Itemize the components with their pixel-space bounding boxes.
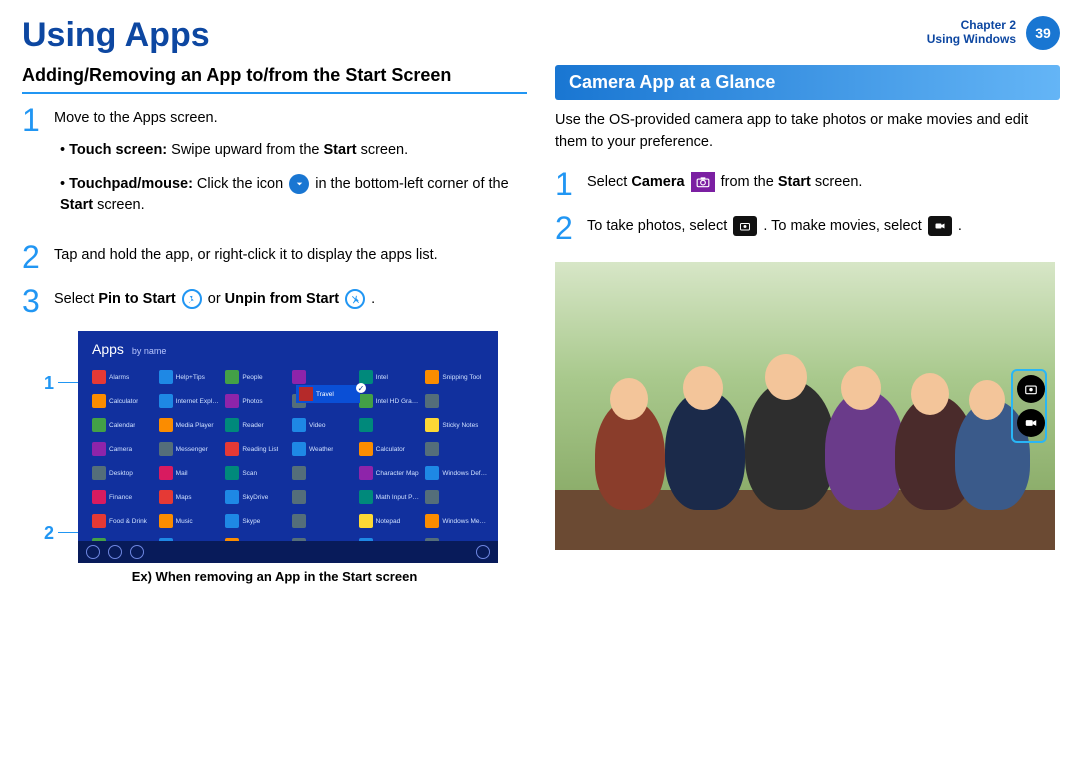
app-tile: Food & Drink: [92, 511, 155, 531]
bar-icon: [108, 545, 122, 559]
step1-bullet-touch: • Touch screen: Swipe upward from the St…: [60, 140, 527, 162]
left-heading: Adding/Removing an App to/from the Start…: [22, 65, 527, 94]
step-number-1: 1: [22, 104, 44, 229]
bar-icon: [130, 545, 144, 559]
section-label: Using Windows: [927, 33, 1016, 47]
app-tile: Skype: [225, 511, 288, 531]
camera-tile-icon: [691, 172, 715, 192]
apps-caption: Ex) When removing an App in the Start sc…: [22, 569, 527, 584]
app-tile: [425, 391, 488, 411]
app-tile: SkyDrive: [225, 487, 288, 507]
app-tile: [359, 415, 422, 435]
check-icon: ✓: [356, 383, 366, 393]
pin-icon: [182, 289, 202, 309]
photo-icon: [733, 216, 757, 236]
photo-mode-button[interactable]: [1017, 375, 1045, 403]
r-step2-text: To take photos, select . To make movies,…: [587, 212, 962, 244]
app-tile: [292, 511, 355, 531]
app-tile: [425, 487, 488, 507]
page-number-badge: 39: [1026, 16, 1060, 50]
r-step-number-1: 1: [555, 168, 577, 200]
app-tile: Windows Defender: [425, 463, 488, 483]
app-tile: Internet Explorer: [159, 391, 222, 411]
camera-banner: Camera App at a Glance: [555, 65, 1060, 100]
app-tile: Calendar: [92, 415, 155, 435]
camera-controls: [1011, 369, 1047, 443]
selected-tile: Travel: [296, 385, 360, 403]
app-tile: Windows Media: [425, 511, 488, 531]
app-tile: Scan: [225, 463, 288, 483]
apps-bottom-bar: [78, 541, 498, 563]
app-tile: [425, 439, 488, 459]
app-tile: Music: [159, 511, 222, 531]
video-mode-button[interactable]: [1017, 409, 1045, 437]
app-tile: Reader: [225, 415, 288, 435]
unpin-icon: [345, 289, 365, 309]
app-tile: Help+Tips: [159, 367, 222, 387]
app-tile: Alarms: [92, 367, 155, 387]
chapter-label: Chapter 2: [927, 19, 1016, 33]
step1-bullet-mouse: • Touchpad/mouse: Click the icon in the …: [60, 174, 527, 218]
app-tile: Calculator: [92, 391, 155, 411]
page-title: Using Apps: [22, 16, 210, 55]
app-tile: Camera: [92, 439, 155, 459]
app-tile: Sticky Notes: [425, 415, 488, 435]
app-tile: Snipping Tool: [425, 367, 488, 387]
app-tile: People: [225, 367, 288, 387]
app-tile: Photos: [225, 391, 288, 411]
app-tile: Character Map: [359, 463, 422, 483]
bar-icon: [476, 545, 490, 559]
app-tile: Calculator: [359, 439, 422, 459]
apps-screen-title: Apps by name: [92, 341, 166, 357]
app-tile: Media Player: [159, 415, 222, 435]
app-tile: Mail: [159, 463, 222, 483]
app-tile: Math Input Panel: [359, 487, 422, 507]
step-number-2: 2: [22, 241, 44, 273]
step2-text: Tap and hold the app, or right-click it …: [54, 241, 438, 273]
bar-icon: [86, 545, 100, 559]
app-tile: Weather: [292, 439, 355, 459]
camera-intro: Use the OS-provided camera app to take p…: [555, 110, 1060, 154]
app-tile: Messenger: [159, 439, 222, 459]
app-tile: Notepad: [359, 511, 422, 531]
camera-photo: [555, 262, 1060, 550]
app-tile: Intel HD Graphics: [359, 391, 422, 411]
app-tile: [292, 367, 355, 387]
apps-screenshot: 1 2 Apps by name AlarmsHelp+TipsPeopleIn…: [22, 331, 527, 584]
step3-text: Select Pin to Start or Unpin from Start …: [54, 285, 375, 317]
app-tile: Finance: [92, 487, 155, 507]
down-arrow-icon: [289, 174, 309, 194]
header-meta: Chapter 2 Using Windows 39: [927, 16, 1060, 50]
app-tile: Maps: [159, 487, 222, 507]
app-tile: Video: [292, 415, 355, 435]
app-tile: Reading List: [225, 439, 288, 459]
app-tile: [292, 487, 355, 507]
step-number-3: 3: [22, 285, 44, 317]
r-step-number-2: 2: [555, 212, 577, 244]
step1-text: Move to the Apps screen.: [54, 110, 218, 126]
callout-1-label: 1: [44, 373, 54, 394]
app-tile: [292, 463, 355, 483]
r-step1-text: Select Camera from the Start screen.: [587, 168, 862, 200]
app-tile: Desktop: [92, 463, 155, 483]
app-tile: Intel: [359, 367, 422, 387]
callout-2-label: 2: [44, 523, 54, 544]
video-icon: [928, 216, 952, 236]
